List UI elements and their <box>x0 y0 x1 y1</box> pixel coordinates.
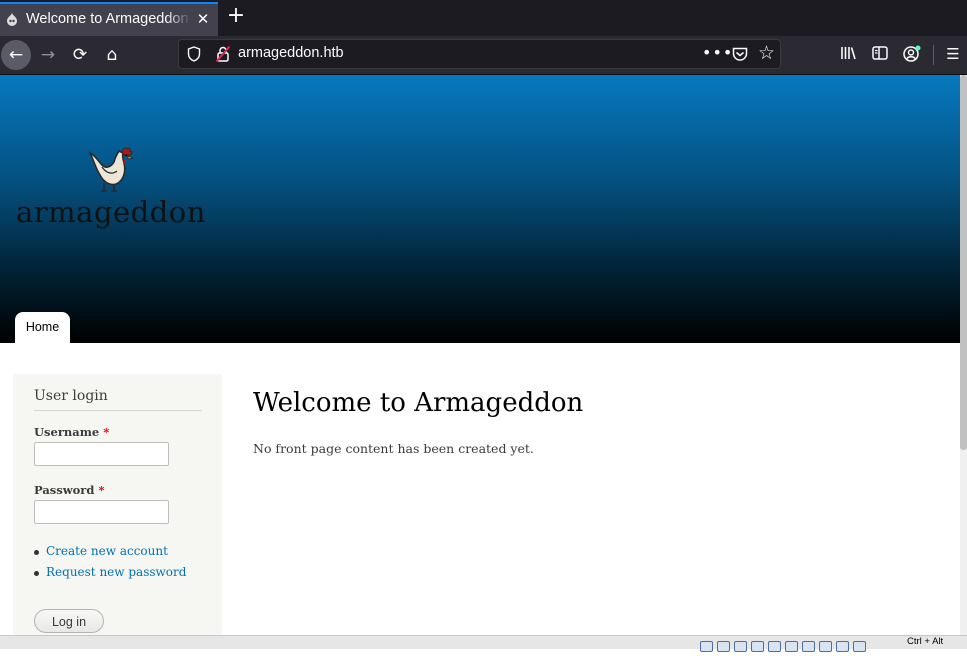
display-icon[interactable] <box>802 641 815 652</box>
vm-status-bar: Ctrl + Alt <box>0 635 967 652</box>
browser-nav-bar: ← → ⟳ ⌂ armageddon.htb ••• ☆ ☰ <box>0 36 967 75</box>
account-icon[interactable] <box>902 44 922 64</box>
tab-home-label: Home <box>25 320 60 334</box>
list-item: Request new password <box>34 565 186 586</box>
rooster-icon <box>84 147 135 195</box>
home-icon[interactable]: ⌂ <box>97 40 127 70</box>
drupal-favicon-icon <box>6 12 18 26</box>
list-item: Create new account <box>34 544 186 565</box>
optical-drive-icon[interactable] <box>717 641 730 652</box>
username-label: Username * <box>34 425 110 439</box>
back-arrow-icon[interactable]: ← <box>1 40 31 70</box>
password-input[interactable] <box>34 500 169 524</box>
login-button[interactable]: Log in <box>34 609 104 633</box>
toolbar-separator <box>933 45 934 65</box>
pocket-icon[interactable] <box>731 45 749 63</box>
insecure-lock-icon[interactable] <box>215 45 231 63</box>
shared-folder-icon[interactable] <box>785 641 798 652</box>
reload-icon[interactable]: ⟳ <box>65 40 95 70</box>
site-header: armageddon Home <box>0 75 960 343</box>
scrollbar-thumb[interactable] <box>960 75 967 450</box>
login-links: Create new account Request new password <box>34 544 186 586</box>
close-tab-icon[interactable]: ✕ <box>194 9 212 29</box>
tracking-shield-icon[interactable] <box>187 46 201 62</box>
audio-icon[interactable] <box>734 641 747 652</box>
tab-title: Welcome to Armageddon <box>26 11 189 27</box>
required-marker: * <box>98 483 105 497</box>
create-account-link[interactable]: Create new account <box>46 544 168 558</box>
host-key-label: Ctrl + Alt <box>907 636 944 647</box>
browser-tab-bar: Welcome to Armageddon ✕ + <box>0 0 967 36</box>
network-icon[interactable] <box>751 641 764 652</box>
password-label: Password * <box>34 483 105 497</box>
url-text[interactable]: armageddon.htb <box>238 45 344 61</box>
cpu-icon[interactable] <box>836 641 849 652</box>
page-title: Welcome to Armageddon <box>253 388 584 418</box>
request-password-link[interactable]: Request new password <box>46 565 186 579</box>
required-marker: * <box>103 425 110 439</box>
url-bar[interactable]: armageddon.htb ••• ☆ <box>178 39 781 69</box>
forward-arrow-icon[interactable]: → <box>33 40 63 70</box>
username-input[interactable] <box>34 442 169 466</box>
library-icon[interactable] <box>838 44 858 64</box>
site-logo-text[interactable]: armageddon <box>16 195 206 229</box>
recording-icon[interactable] <box>819 641 832 652</box>
mouse-integration-icon[interactable] <box>853 641 866 652</box>
sidebar-toggle-icon[interactable] <box>870 44 890 64</box>
hamburger-menu-icon[interactable]: ☰ <box>943 44 963 64</box>
user-login-block: User login Username * Password * Create … <box>13 374 222 636</box>
page-actions-icon[interactable]: ••• <box>702 43 733 62</box>
vm-status-icons <box>700 637 870 652</box>
storage-icon[interactable] <box>700 641 713 652</box>
bookmark-star-icon[interactable]: ☆ <box>758 42 775 64</box>
browser-tab[interactable]: Welcome to Armageddon ✕ <box>0 2 218 36</box>
tab-home[interactable]: Home <box>15 312 70 343</box>
usb-icon[interactable] <box>768 641 781 652</box>
page-body-text: No front page content has been created y… <box>253 441 534 456</box>
site-logo[interactable]: armageddon <box>16 147 205 237</box>
block-title: User login <box>34 388 202 411</box>
new-tab-icon[interactable]: + <box>226 5 246 27</box>
